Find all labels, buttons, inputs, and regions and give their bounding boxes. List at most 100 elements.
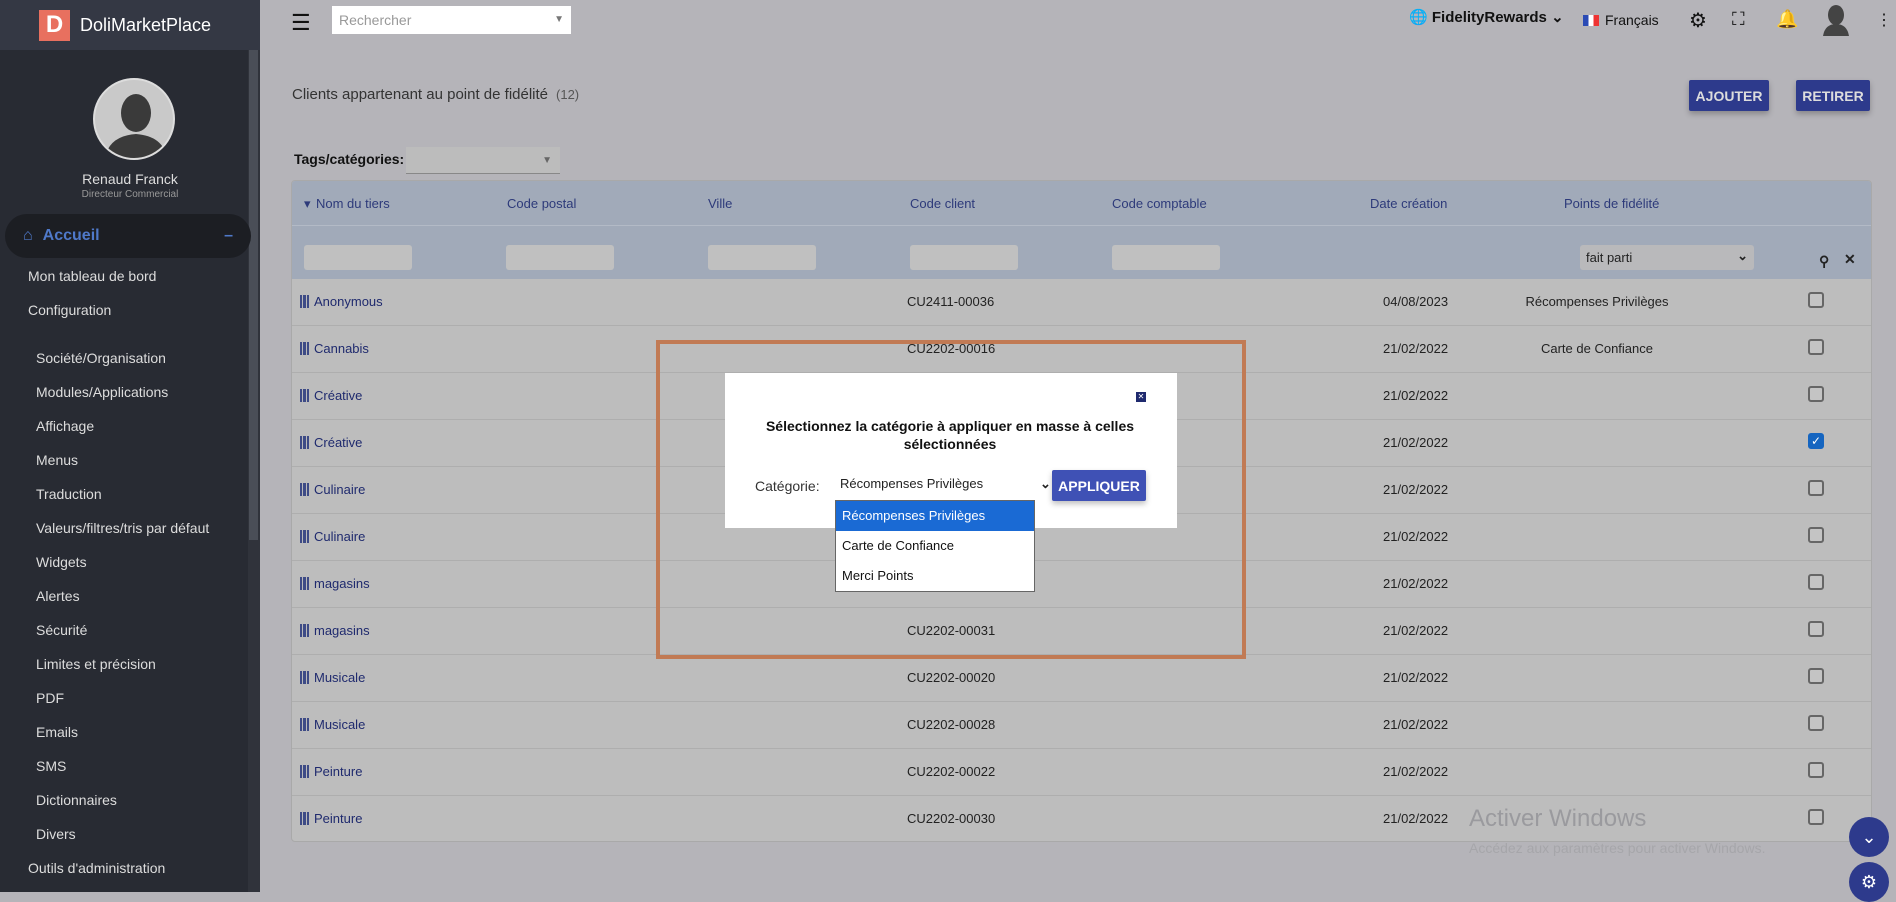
search-icon[interactable]: ⚲ (1819, 253, 1829, 270)
category-option[interactable]: Récompenses Privilèges (836, 501, 1034, 531)
table-row: Musicale CU2202-00028 21/02/2022 (292, 702, 1871, 749)
building-icon (300, 624, 309, 637)
code-client: CU2202-00030 (907, 811, 996, 826)
modal-title: Sélectionnez la catégorie à appliquer en… (765, 418, 1135, 452)
tiers-name: Culinaire (314, 482, 366, 497)
filter-code-postal[interactable] (506, 245, 614, 270)
sidebar-item-accueil[interactable]: ⌂ Accueil – (5, 214, 251, 258)
tiers-link[interactable]: Peinture (300, 764, 362, 779)
code-client: CU2202-00020 (907, 670, 996, 685)
row-checkbox[interactable] (1808, 668, 1824, 684)
fullscreen-icon[interactable]: ⛶ (1732, 9, 1745, 30)
tiers-name: magasins (314, 623, 370, 638)
row-checkbox[interactable] (1808, 715, 1824, 731)
filter-ville[interactable] (708, 245, 816, 270)
add-button[interactable]: AJOUTER (1689, 80, 1769, 111)
date-creation: 21/02/2022 (1383, 341, 1449, 356)
building-icon (300, 295, 309, 308)
remove-button[interactable]: RETIRER (1796, 80, 1870, 111)
brand[interactable]: D DoliMarketPlace (0, 0, 260, 50)
building-icon (300, 812, 309, 825)
col-ville[interactable]: Ville (708, 196, 732, 211)
sidebar-subitem[interactable]: PDF (36, 690, 64, 706)
col-nom[interactable]: Nom du tiers (316, 196, 390, 211)
row-checkbox[interactable] (1808, 621, 1824, 637)
tiers-link[interactable]: Cannabis (300, 341, 369, 356)
tiers-name: Culinaire (314, 529, 366, 544)
tiers-link[interactable]: Peinture (300, 811, 362, 826)
filter-code-comptable[interactable] (1112, 245, 1220, 270)
filter-nom[interactable] (304, 245, 412, 270)
clear-filter-icon[interactable]: ✕ (1844, 251, 1856, 268)
menu-toggle-icon[interactable]: ☰ (291, 10, 311, 36)
row-checkbox[interactable] (1808, 762, 1824, 778)
sidebar-subitem[interactable]: Traduction (36, 486, 102, 502)
module-switcher[interactable]: 🌐 FidelityRewards ⌄ (1409, 8, 1564, 26)
row-checkbox[interactable] (1808, 339, 1824, 355)
row-checkbox[interactable]: ✓ (1808, 433, 1824, 449)
sidebar-scrollbar-thumb[interactable] (249, 50, 258, 540)
user-role: Directeur Commercial (81, 189, 179, 200)
sidebar-subitem[interactable]: Emails (36, 724, 78, 740)
col-code-comptable[interactable]: Code comptable (1112, 196, 1207, 211)
row-checkbox[interactable] (1808, 574, 1824, 590)
user-menu-avatar[interactable] (1822, 4, 1850, 36)
sidebar-subitem[interactable]: Sécurité (36, 622, 87, 638)
sidebar-subitem[interactable]: Divers (36, 826, 76, 842)
settings-icon[interactable]: ⚙ (1689, 8, 1707, 33)
collapse-icon[interactable]: – (224, 227, 233, 245)
sidebar-subitem[interactable]: Limites et précision (36, 656, 156, 672)
col-code-client[interactable]: Code client (910, 196, 975, 211)
sidebar-subitem[interactable]: Société/Organisation (36, 350, 166, 366)
category-select[interactable]: Récompenses Privilèges ⌄ (840, 476, 1051, 491)
tiers-link[interactable]: magasins (300, 623, 370, 638)
sidebar-subitem[interactable]: Alertes (36, 588, 80, 604)
filter-code-client[interactable] (910, 245, 1018, 270)
more-vertical-icon[interactable]: ⋮ (1876, 10, 1892, 30)
sidebar-item-outils[interactable]: Outils d'administration (28, 860, 165, 876)
category-option[interactable]: Merci Points (836, 561, 1034, 591)
tags-select[interactable]: ▼ (406, 147, 560, 174)
date-creation: 21/02/2022 (1383, 529, 1449, 544)
scroll-down-button[interactable]: ⌄ (1849, 817, 1889, 857)
tiers-link[interactable]: Créative (300, 388, 362, 403)
close-icon[interactable]: ✕ (1136, 392, 1146, 402)
sidebar-item[interactable]: Mon tableau de bord (28, 268, 156, 284)
sidebar-subitem[interactable]: Menus (36, 452, 78, 468)
tiers-link[interactable]: magasins (300, 576, 370, 591)
apply-button[interactable]: APPLIQUER (1052, 470, 1146, 501)
row-checkbox[interactable] (1808, 480, 1824, 496)
col-date-creation[interactable]: Date création (1370, 196, 1447, 211)
row-checkbox[interactable] (1808, 809, 1824, 825)
sidebar-subitem[interactable]: Dictionnaires (36, 792, 117, 808)
row-checkbox[interactable] (1808, 527, 1824, 543)
sort-icon[interactable]: ▾ (304, 196, 311, 212)
tiers-link[interactable]: Musicale (300, 717, 365, 732)
user-avatar[interactable] (93, 78, 175, 160)
category-option[interactable]: Carte de Confiance (836, 531, 1034, 561)
col-code-postal[interactable]: Code postal (507, 196, 576, 211)
tiers-link[interactable]: Anonymous (300, 294, 383, 309)
filter-points-select[interactable]: fait parti ⌄ (1580, 245, 1754, 270)
settings-fab[interactable]: ⚙ (1849, 862, 1889, 902)
bell-icon[interactable]: 🔔 (1776, 9, 1798, 30)
col-points[interactable]: Points de fidélité (1564, 196, 1659, 211)
row-checkbox[interactable] (1808, 386, 1824, 402)
language-selector[interactable]: Français (1583, 12, 1659, 28)
gear-icon: ⚙ (1860, 871, 1878, 892)
sidebar-subitem[interactable]: Modules/Applications (36, 384, 168, 400)
row-checkbox[interactable] (1808, 292, 1824, 308)
tiers-name: magasins (314, 576, 370, 591)
user-name: Renaud Franck (82, 171, 178, 187)
tiers-link[interactable]: Musicale (300, 670, 365, 685)
sidebar-item[interactable]: Configuration (28, 302, 111, 318)
sidebar-subitem[interactable]: SMS (36, 758, 66, 774)
sidebar-subitem[interactable]: Widgets (36, 554, 87, 570)
search-input[interactable]: Rechercher ▼ (332, 6, 571, 34)
chevron-down-icon: ⌄ (1861, 826, 1877, 847)
sidebar-subitem[interactable]: Affichage (36, 418, 94, 434)
tiers-link[interactable]: Créative (300, 435, 362, 450)
tiers-link[interactable]: Culinaire (300, 529, 365, 544)
sidebar-subitem[interactable]: Valeurs/filtres/tris par défaut (36, 520, 209, 536)
tiers-link[interactable]: Culinaire (300, 482, 365, 497)
